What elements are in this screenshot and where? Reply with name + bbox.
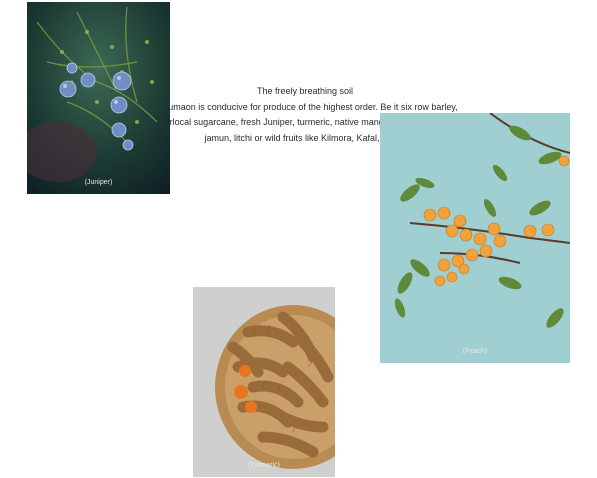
peach-caption: (Peach) xyxy=(462,348,488,355)
peach-image xyxy=(380,113,570,363)
intro-heading: The freely breathing soil xyxy=(256,86,354,96)
juniper-caption: (Juniper) xyxy=(84,179,113,186)
juniper-photo: (Juniper) xyxy=(27,2,170,194)
juniper-image xyxy=(27,2,170,194)
page: The freely breathing soil of Kumaon is c… xyxy=(0,0,597,478)
turmeric-caption: (Turmeric) xyxy=(247,462,280,469)
peach-photo: (Peach) xyxy=(380,113,570,363)
turmeric-photo: (Turmeric) xyxy=(193,287,335,477)
turmeric-image xyxy=(193,287,335,477)
